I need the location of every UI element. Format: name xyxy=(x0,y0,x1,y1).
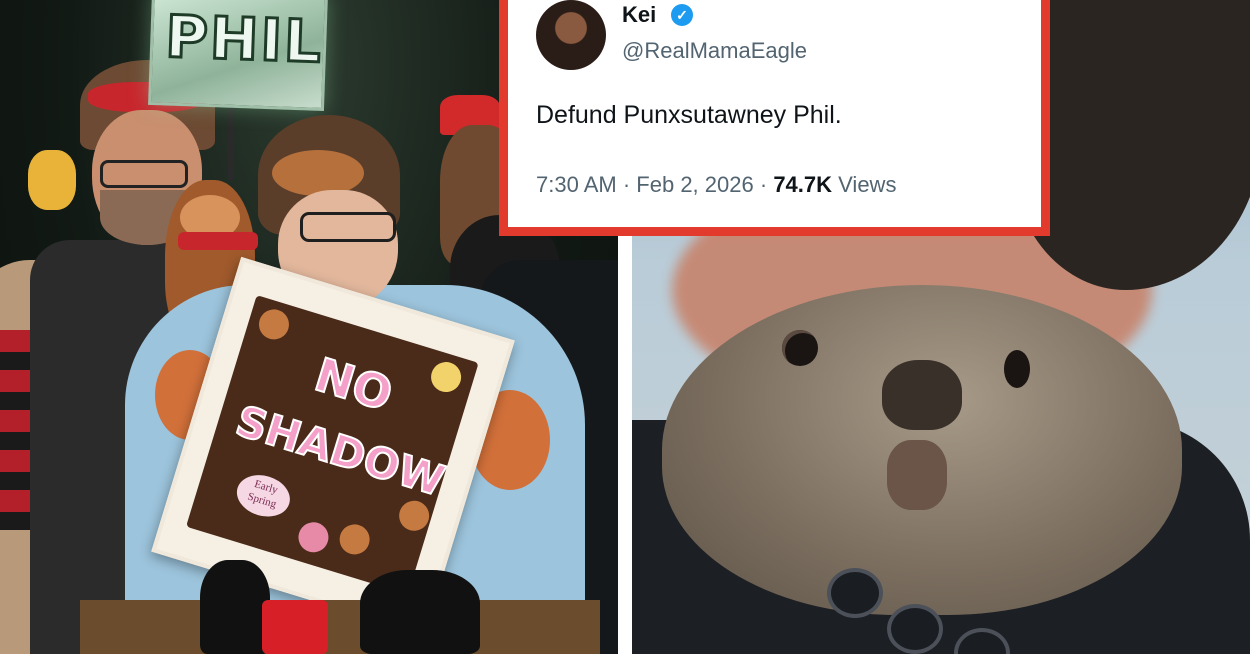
meta-separator: · xyxy=(759,172,768,197)
meta-separator: · xyxy=(622,172,631,197)
verified-badge-icon: ✓ xyxy=(671,4,693,26)
tweet-views-label: Views xyxy=(838,172,897,197)
groundhog-mouth xyxy=(887,440,947,510)
coat-button xyxy=(827,568,883,618)
groundhog-eye xyxy=(1004,350,1030,388)
red-ace-cup xyxy=(262,600,328,654)
man-glasses xyxy=(100,160,188,188)
tweet-display-name[interactable]: Kei xyxy=(622,2,656,28)
groundhog-sticker xyxy=(427,358,465,396)
phil-sign: PHIL xyxy=(148,0,328,112)
tweet-handle[interactable]: @RealMamaEagle xyxy=(622,38,807,64)
tweet-date[interactable]: Feb 2, 2026 xyxy=(636,172,753,197)
yellow-toy xyxy=(28,150,76,210)
sign-word-no: NO xyxy=(308,346,400,422)
phil-sign-text: PHIL xyxy=(163,1,326,77)
tweet-card-body: Kei ✓ @RealMamaEagle Defund Punxsutawney… xyxy=(508,0,1041,227)
sign-pole xyxy=(228,100,234,180)
sign-early-spring-text: Early Spring xyxy=(231,468,296,523)
woman-hat-groundhog-face xyxy=(272,150,364,196)
groundhog-eye xyxy=(782,330,818,366)
black-glove xyxy=(360,570,480,654)
tweet-text: Defund Punxsutawney Phil. xyxy=(536,101,842,129)
plush-red-bow xyxy=(178,232,258,250)
tweet-card: Kei ✓ @RealMamaEagle Defund Punxsutawney… xyxy=(499,0,1050,236)
tweet-meta: 7:30 AM · Feb 2, 2026 · 74.7K Views xyxy=(536,172,896,198)
tweet-views-count: 74.7K xyxy=(773,172,833,197)
groundhog-sticker xyxy=(335,520,374,559)
woman-glasses xyxy=(300,212,396,242)
groundhog-nose xyxy=(882,360,962,430)
groundhog-sticker xyxy=(255,305,293,344)
wooden-fence xyxy=(80,600,600,654)
coat-button xyxy=(887,604,943,654)
avatar[interactable] xyxy=(536,0,606,70)
tweet-time[interactable]: 7:30 AM xyxy=(536,172,617,197)
black-glove xyxy=(200,560,270,654)
heart-sticker xyxy=(294,518,333,557)
no-shadow-sign-board: NO SHADOW Early Spring xyxy=(186,295,479,595)
